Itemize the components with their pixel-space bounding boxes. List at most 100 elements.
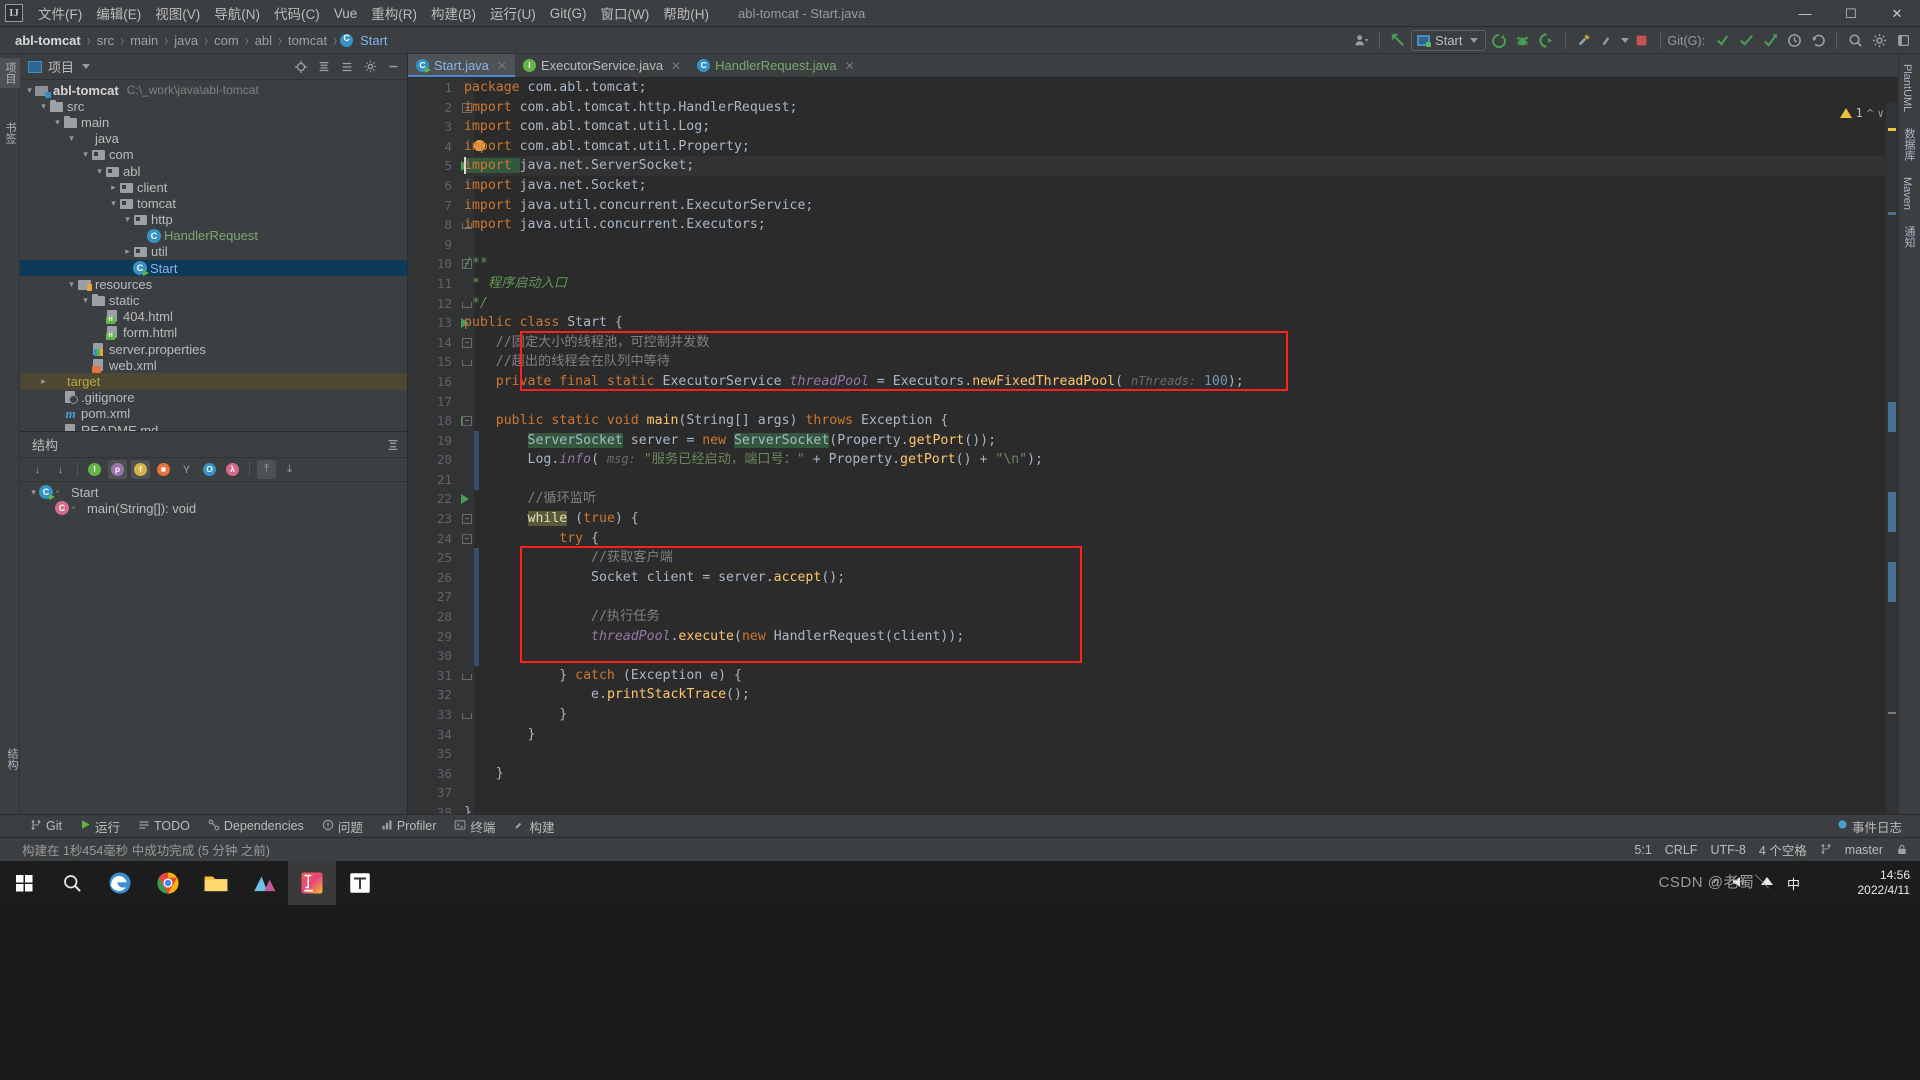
close-icon[interactable]: ✕: [497, 59, 507, 73]
chevron-down-icon[interactable]: ▾: [28, 487, 39, 498]
project-tree-item-target[interactable]: ▸ target: [20, 373, 407, 390]
project-tree-item-handlerrequest[interactable]: HandlerRequest: [20, 228, 407, 244]
project-tree-item-abl-tomcat[interactable]: ▾ abl-tomcat C:\_work\java\abl-tomcat: [20, 82, 407, 98]
breadcrumb-item-tomcat[interactable]: tomcat: [285, 32, 330, 49]
project-tree[interactable]: ▾ abl-tomcat C:\_work\java\abl-tomcat ▾ src ▾…: [20, 80, 407, 438]
line-number[interactable]: 36: [408, 764, 452, 784]
breadcrumb-item-java[interactable]: java: [171, 32, 201, 49]
taskbar-clock[interactable]: 14:56 2022/4/11: [1858, 861, 1911, 905]
line-separator[interactable]: CRLF: [1665, 843, 1698, 857]
line-number[interactable]: 18: [408, 411, 452, 431]
project-tree-item-java[interactable]: ▾ java: [20, 131, 407, 147]
line-number[interactable]: 35: [408, 744, 452, 764]
chevron-down-icon[interactable]: ▾: [38, 101, 49, 112]
rerun-icon[interactable]: [1488, 30, 1510, 52]
idea-icon[interactable]: [288, 861, 336, 905]
explorer-icon[interactable]: [192, 861, 240, 905]
chevron-down-icon[interactable]: ∨: [1877, 107, 1884, 120]
strip-item-bookmarks[interactable]: 书签: [0, 118, 20, 148]
file-encoding[interactable]: UTF-8: [1710, 843, 1745, 857]
caret-position[interactable]: 5:1: [1634, 843, 1651, 857]
code-editor[interactable]: 1 package com.abl.tomcat; 2− import com.abl…: [408, 78, 1898, 814]
chevron-down-icon[interactable]: [82, 64, 91, 69]
project-tree-item-form-html[interactable]: form.html: [20, 325, 407, 341]
tool-window---[interactable]: 运行: [72, 815, 128, 838]
chevron-right-icon[interactable]: ▸: [38, 376, 49, 387]
line-number[interactable]: 2: [408, 98, 452, 118]
expand-icon[interactable]: [337, 57, 357, 77]
chevron-down-icon[interactable]: ▾: [66, 279, 77, 290]
tool-window---[interactable]: 构建: [505, 815, 562, 838]
project-tree-item-static[interactable]: ▾ static: [20, 292, 407, 308]
line-number[interactable]: 1: [408, 78, 452, 98]
menu-help[interactable]: 帮助(H): [656, 0, 716, 26]
menu-edit[interactable]: 编辑(E): [89, 0, 148, 26]
line-number[interactable]: 17: [408, 392, 452, 412]
tool-window---[interactable]: 问题: [314, 815, 371, 838]
settings-icon[interactable]: [1868, 30, 1890, 52]
collapse-all-icon[interactable]: [383, 435, 403, 455]
line-number[interactable]: 6: [408, 176, 452, 196]
menu-run[interactable]: 运行(U): [483, 0, 543, 26]
line-number[interactable]: 3: [408, 117, 452, 137]
chevron-right-icon[interactable]: ▸: [108, 182, 119, 193]
chevron-up-icon[interactable]: ^: [1867, 107, 1874, 120]
project-tree-item-server-properties[interactable]: server.properties: [20, 341, 407, 357]
search-everywhere-icon[interactable]: [1844, 30, 1866, 52]
line-number[interactable]: 27: [408, 587, 452, 607]
line-number[interactable]: 15: [408, 352, 452, 372]
project-tree-item-main[interactable]: ▾ main: [20, 114, 407, 130]
tool-window-profiler[interactable]: Profiler: [373, 817, 445, 836]
project-tree-item-pom-xml[interactable]: m pom.xml: [20, 406, 407, 422]
modified-lines-marker[interactable]: [474, 430, 479, 490]
line-number[interactable]: 16: [408, 372, 452, 392]
show-lambdas-icon[interactable]: λ: [223, 460, 242, 479]
show-anonymous-icon[interactable]: Y: [177, 460, 196, 479]
profile-icon[interactable]: [1350, 30, 1372, 52]
menu-build[interactable]: 构建(B): [424, 0, 483, 26]
line-number[interactable]: 13: [408, 313, 452, 333]
taskbar-search-button[interactable]: [48, 861, 96, 905]
chevron-down-icon[interactable]: [1620, 38, 1629, 43]
menu-navigate[interactable]: 导航(N): [207, 0, 267, 26]
stripe-marker-warning[interactable]: [1888, 128, 1896, 131]
collapse-all-icon[interactable]: [314, 57, 334, 77]
line-number[interactable]: 14: [408, 333, 452, 353]
line-number[interactable]: 30: [408, 646, 452, 666]
structure-tree[interactable]: ▾ ▫ Start ▫ main(String[]): void: [20, 482, 407, 516]
strip-item-maven[interactable]: Maven: [1899, 173, 1915, 214]
close-icon[interactable]: ✕: [845, 59, 855, 73]
project-tree-item-http[interactable]: ▾ http: [20, 212, 407, 228]
minimize-panel-icon[interactable]: [1892, 30, 1914, 52]
line-number[interactable]: 7: [408, 196, 452, 216]
debug-icon[interactable]: [1512, 30, 1534, 52]
commit-icon[interactable]: [1735, 30, 1757, 52]
show-inherited-icon[interactable]: I: [85, 460, 104, 479]
line-number[interactable]: 22: [408, 489, 452, 509]
breadcrumb-item-com[interactable]: com: [211, 32, 242, 49]
close-button[interactable]: ✕: [1874, 0, 1920, 27]
line-number[interactable]: 34: [408, 725, 452, 745]
breadcrumb-item-project[interactable]: abl-tomcat: [12, 32, 84, 49]
strip-item-structure[interactable]: 结构: [2, 744, 22, 774]
project-tree-item-com[interactable]: ▾ com: [20, 147, 407, 163]
line-number[interactable]: 19: [408, 431, 452, 451]
structure-item-main-string-----void[interactable]: ▫ main(String[]): void: [20, 500, 407, 516]
line-number[interactable]: 9: [408, 235, 452, 255]
chevron-down-icon[interactable]: ▾: [66, 133, 77, 144]
menu-git[interactable]: Git(G): [543, 3, 594, 24]
sort-alphabetically-icon[interactable]: ↓: [51, 460, 70, 479]
project-tree-item-404-html[interactable]: 404.html: [20, 309, 407, 325]
breadcrumb-item-start[interactable]: Start: [357, 32, 390, 49]
line-number[interactable]: 31: [408, 666, 452, 686]
line-number[interactable]: 5: [408, 156, 452, 176]
chrome-icon[interactable]: [144, 861, 192, 905]
show-non-public-icon[interactable]: ■: [154, 460, 173, 479]
strip-item-notifications[interactable]: 通知: [1899, 222, 1919, 252]
line-number[interactable]: 29: [408, 627, 452, 647]
line-number[interactable]: 37: [408, 783, 452, 803]
menu-vue[interactable]: Vue: [327, 3, 365, 24]
chevron-right-icon[interactable]: ▸: [122, 246, 133, 257]
menu-code[interactable]: 代码(C): [267, 0, 327, 26]
rollback-icon[interactable]: [1807, 30, 1829, 52]
